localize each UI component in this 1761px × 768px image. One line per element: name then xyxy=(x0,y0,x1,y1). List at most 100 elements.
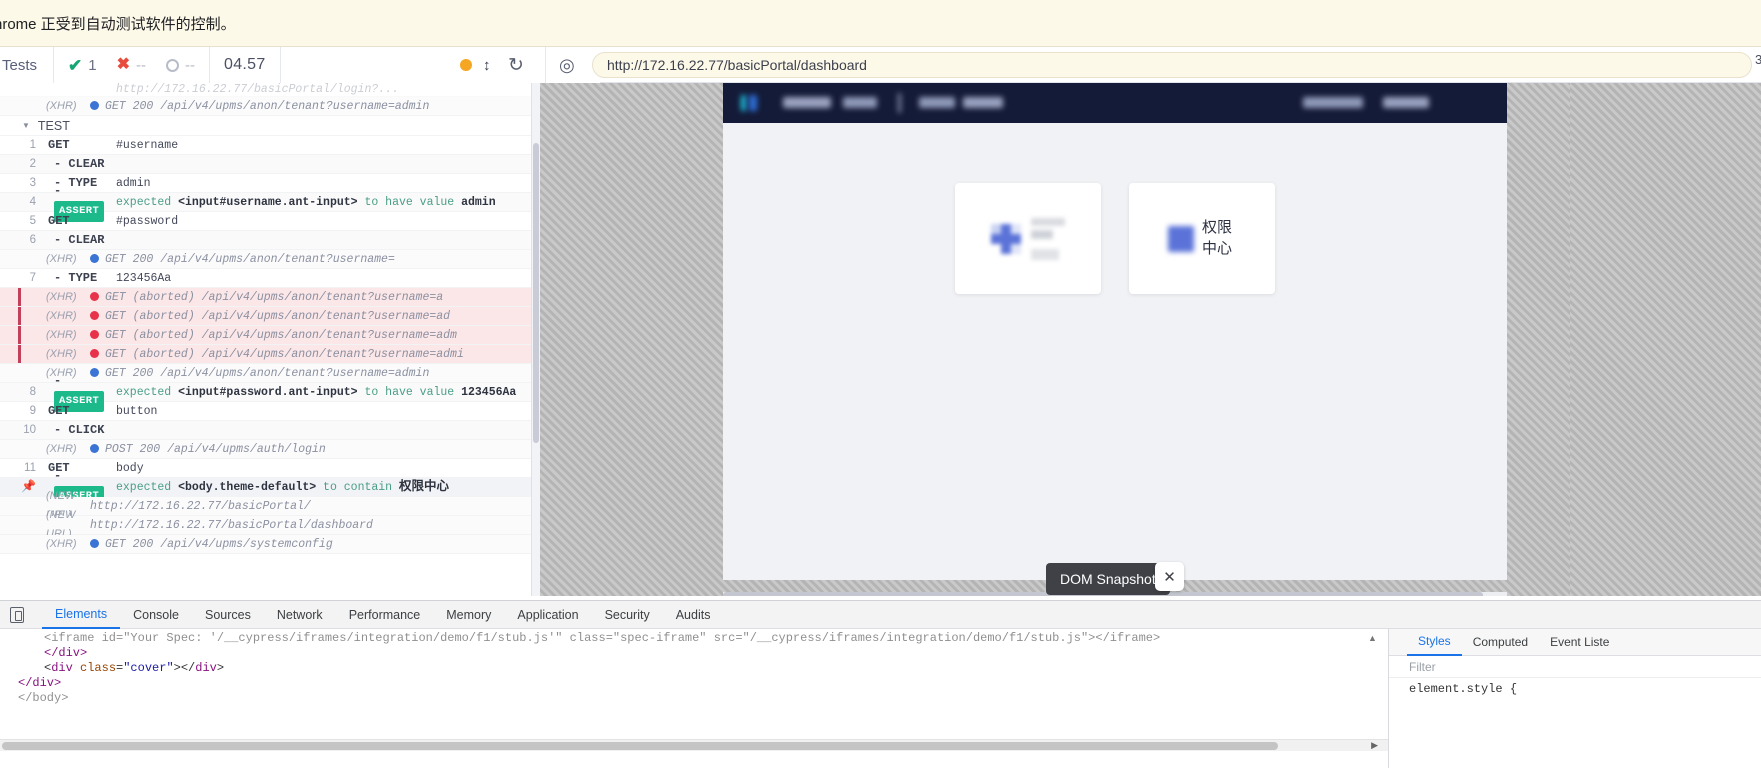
log-row-command[interactable]: 5 GET #password xyxy=(0,212,531,231)
square-app-icon xyxy=(1168,225,1194,252)
devtools-styles-pane: Styles Computed Event Liste Filter eleme… xyxy=(1389,629,1761,768)
row-method: - CLEAR xyxy=(54,156,105,171)
reload-icon[interactable]: ↻ xyxy=(508,56,524,75)
log-row-xhr[interactable]: (XHR) GET 200 /api/v4/upms/anon/tenant?u… xyxy=(0,250,531,269)
dom-line[interactable]: </div> xyxy=(0,676,1388,691)
log-row-xhr[interactable]: (XHR) GET 200 /api/v4/upms/anon/tenant?u… xyxy=(0,97,531,116)
log-row-xhr-error[interactable]: (XHR) GET (aborted) /api/v4/upms/anon/te… xyxy=(0,345,531,364)
dom-line-partial[interactable]: </body> xyxy=(0,691,1388,706)
viewport-toggle-icon[interactable]: ↕ xyxy=(483,58,491,73)
log-row-xhr-error[interactable]: (XHR) GET (aborted) /api/v4/upms/anon/te… xyxy=(0,288,531,307)
log-row-assert[interactable]: 4 - ASSERT expected <input#username.ant-… xyxy=(0,184,531,222)
status-dot-icon xyxy=(90,348,99,358)
selector-playground-control[interactable]: ◎ xyxy=(559,47,575,83)
log-row-xhr[interactable]: (XHR) POST 200 /api/v4/upms/auth/login xyxy=(0,440,531,459)
row-number: 6 xyxy=(29,233,36,246)
app-card-blurred[interactable] xyxy=(955,183,1101,294)
row-method: - CLICK xyxy=(54,422,105,437)
dom-snapshot-button[interactable]: DOM Snapshot xyxy=(1046,563,1170,595)
app-card-auth-center[interactable]: 权限 中心 xyxy=(1129,183,1275,294)
dom-line[interactable]: </div> xyxy=(0,646,1388,661)
runner-controls: ↕ xyxy=(460,47,491,83)
log-row-command[interactable]: 9 GET button xyxy=(0,402,531,421)
plus-glyph-icon xyxy=(991,223,1021,254)
tab-event-listeners[interactable]: Event Liste xyxy=(1539,629,1620,656)
xhr-label: (XHR) xyxy=(46,290,77,303)
app-iframe[interactable]: 权限 中心 xyxy=(723,83,1507,580)
row-message: http://172.16.22.77/basicPortal/login?..… xyxy=(116,83,399,96)
tab-network[interactable]: Network xyxy=(264,601,336,629)
row-method: GET xyxy=(48,403,70,418)
tab-console[interactable]: Console xyxy=(120,601,192,629)
device-toolbar-icon[interactable] xyxy=(10,606,24,623)
row-message: expected <body.theme-default> to contain… xyxy=(116,479,449,494)
tab-performance[interactable]: Performance xyxy=(336,601,434,629)
scrollbar-thumb[interactable] xyxy=(533,143,539,443)
row-number: 11 xyxy=(24,461,36,474)
log-row-command[interactable]: 2 - CLEAR xyxy=(0,155,531,174)
tab-application[interactable]: Application xyxy=(504,601,591,629)
row-number: 1 xyxy=(29,138,36,151)
log-row-xhr[interactable]: (XHR) GET 200 /api/v4/upms/systemconfig xyxy=(0,535,531,554)
devtools-tabbar: Elements Console Sources Network Perform… xyxy=(0,601,1761,629)
url-bar[interactable]: http://172.16.22.77/basicPortal/dashboar… xyxy=(592,52,1752,78)
tab-computed[interactable]: Computed xyxy=(1462,629,1539,656)
xhr-label: (XHR) xyxy=(46,309,77,322)
status-dot-icon xyxy=(90,310,99,320)
log-row-assert[interactable]: 8 - ASSERT expected <input#password.ant-… xyxy=(0,374,531,412)
crosshair-icon[interactable]: ◎ xyxy=(559,56,575,74)
app-header-bar xyxy=(723,83,1507,123)
app-cards-area: 权限 中心 xyxy=(723,123,1507,580)
row-number: 7 xyxy=(29,271,36,284)
app-title-blur xyxy=(783,97,831,108)
tab-security[interactable]: Security xyxy=(592,601,663,629)
row-message: body xyxy=(116,461,144,475)
status-dot-icon xyxy=(90,291,99,301)
tab-audits[interactable]: Audits xyxy=(663,601,724,629)
log-row-new-url[interactable]: (NEW URL) http://172.16.22.77/basicPorta… xyxy=(0,509,531,540)
row-number: 3 xyxy=(29,176,36,189)
chevron-down-icon[interactable]: ▼ xyxy=(22,121,30,130)
log-row-command[interactable]: 7 - TYPE 123456Aa xyxy=(0,269,531,288)
tab-memory[interactable]: Memory xyxy=(433,601,504,629)
devtools-dom-tree[interactable]: <iframe id="Your Spec: '/__cypress/ifram… xyxy=(0,629,1388,741)
suite-label: TEST xyxy=(37,118,70,133)
row-number: 9 xyxy=(29,404,36,417)
tab-sources[interactable]: Sources xyxy=(192,601,264,629)
styles-filter-input[interactable]: Filter xyxy=(1389,656,1761,678)
chevron-right-icon[interactable]: ▶ xyxy=(1371,740,1378,751)
chevron-up-icon[interactable]: ▲ xyxy=(1368,633,1377,643)
log-row-command[interactable]: 6 - CLEAR xyxy=(0,231,531,250)
command-log-panel[interactable]: http://172.16.22.77/basicPortal/login?..… xyxy=(0,83,532,596)
app-nav-blur-1 xyxy=(843,97,877,108)
log-row-xhr-error[interactable]: (XHR) GET (aborted) /api/v4/upms/anon/te… xyxy=(0,307,531,326)
row-message: POST 200 /api/v4/upms/auth/login xyxy=(90,440,531,459)
app-nav-blur-2 xyxy=(919,97,955,108)
app-action-blur xyxy=(1383,97,1429,108)
stats-cell: ✔ 1 ✖ -- -- xyxy=(54,47,211,83)
app-logo-blur-2 xyxy=(749,95,757,111)
failed-count: -- xyxy=(136,56,147,74)
tab-styles[interactable]: Styles xyxy=(1407,629,1462,656)
devtools-dom-hscrollbar[interactable]: ▶ xyxy=(0,739,1388,751)
xhr-label: (XHR) xyxy=(46,347,77,360)
tab-elements[interactable]: Elements xyxy=(42,601,121,629)
app-preview-region: 权限 中心 xyxy=(540,83,1570,596)
close-snapshot-button[interactable]: ✕ xyxy=(1155,562,1184,591)
xhr-label: (XHR) xyxy=(46,537,77,550)
passed-count: 1 xyxy=(88,56,97,74)
reload-control[interactable]: ↻ xyxy=(508,47,524,83)
command-log-scrollbar[interactable] xyxy=(532,83,540,596)
log-row-xhr-error[interactable]: (XHR) GET (aborted) /api/v4/upms/anon/te… xyxy=(0,326,531,345)
log-row-command[interactable]: 1 GET #username xyxy=(0,136,531,155)
pending-count: -- xyxy=(185,56,196,74)
dom-line[interactable]: <div class="cover"></div> xyxy=(0,661,1388,676)
status-dot-icon xyxy=(90,329,99,339)
row-message: admin xyxy=(116,176,151,190)
dom-line[interactable]: <iframe id="Your Spec: '/__cypress/ifram… xyxy=(0,631,1388,646)
log-row-clipped: http://172.16.22.77/basicPortal/login?..… xyxy=(0,83,531,97)
suite-row-test[interactable]: ▼ TEST xyxy=(0,116,531,136)
scrollbar-thumb[interactable] xyxy=(2,742,1278,750)
log-row-command[interactable]: 10 - CLICK xyxy=(0,421,531,440)
xhr-label: (XHR) xyxy=(46,252,77,265)
